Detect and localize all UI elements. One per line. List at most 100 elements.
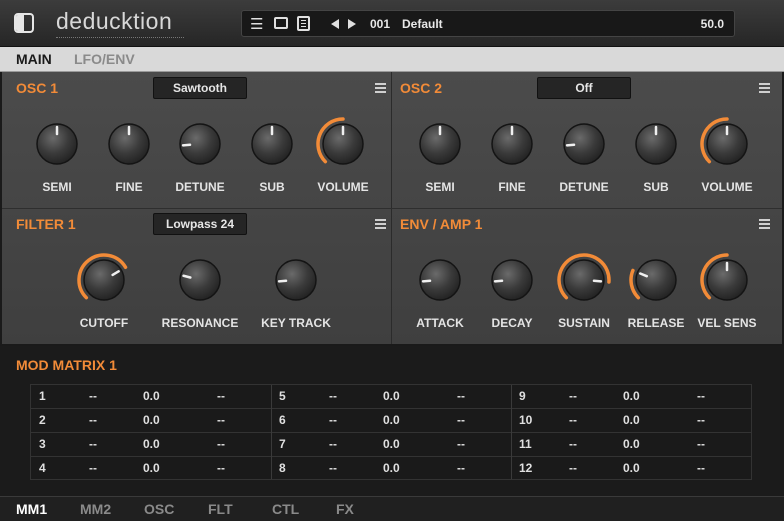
osc1-waveform-dropdown[interactable]: Sawtooth xyxy=(153,77,247,99)
preset-number: 001 xyxy=(370,17,391,31)
mod-amount[interactable]: 0.0 xyxy=(383,461,400,475)
knob-graphic xyxy=(557,253,611,301)
filter1-type-dropdown[interactable]: Lowpass 24 xyxy=(153,213,247,235)
knob-graphic xyxy=(629,259,677,301)
mod-slot-number: 4 xyxy=(39,461,46,475)
preset-name[interactable]: Default xyxy=(402,11,443,37)
osc2-volume-knob[interactable] xyxy=(699,116,755,177)
osc1-title: OSC 1 xyxy=(16,80,59,96)
osc1-semi-knob[interactable] xyxy=(29,116,85,177)
env-velsens-knob[interactable] xyxy=(699,252,755,313)
knob-indicator xyxy=(181,143,192,147)
osc1-sub-knob[interactable] xyxy=(244,116,300,177)
osc1-fine-knob[interactable] xyxy=(101,116,157,177)
filter1-title: FILTER 1 xyxy=(16,216,76,232)
mod-matrix-grid: 1 -- 0.0 -- 2 -- 0.0 -- 3 -- 0.0 -- 4 -- 0.0 -- 5 -- 0.0 --… xyxy=(30,384,752,480)
knob-indicator xyxy=(421,279,432,283)
osc2-title: OSC 2 xyxy=(400,80,443,96)
mod-source[interactable]: -- xyxy=(329,437,337,451)
mod-amount[interactable]: 0.0 xyxy=(383,413,400,427)
mod-amount[interactable]: 0.0 xyxy=(383,437,400,451)
tab-main[interactable]: MAIN xyxy=(16,51,52,67)
knob-indicator xyxy=(565,143,576,147)
mod-source[interactable]: -- xyxy=(569,389,577,403)
tab-osc[interactable]: OSC xyxy=(144,501,174,517)
mod-destination[interactable]: -- xyxy=(217,437,225,451)
env-sustain-knob[interactable] xyxy=(556,252,612,313)
filter1-resonance-knob[interactable] xyxy=(172,252,228,313)
osc2-fine-knob[interactable] xyxy=(484,116,540,177)
osc2-detune-knob[interactable] xyxy=(556,116,612,177)
mod-destination[interactable]: -- xyxy=(217,461,225,475)
prev-preset-icon[interactable] xyxy=(331,19,339,29)
folder-icon[interactable] xyxy=(274,17,288,29)
mod-amount[interactable]: 0.0 xyxy=(623,461,640,475)
osc2-volume-label: VOLUME xyxy=(701,180,753,194)
mod-amount[interactable]: 0.0 xyxy=(143,461,160,475)
mod-destination[interactable]: -- xyxy=(697,413,705,427)
preset-value[interactable]: 50.0 xyxy=(701,11,724,37)
mod-source[interactable]: -- xyxy=(569,437,577,451)
mod-destination[interactable]: -- xyxy=(697,437,705,451)
tab-mm1[interactable]: MM1 xyxy=(16,501,47,517)
mod-amount[interactable]: 0.0 xyxy=(623,389,640,403)
mod-destination[interactable]: -- xyxy=(457,413,465,427)
sidebar-toggle-icon[interactable] xyxy=(14,13,34,33)
filter1-cutoff-label: CUTOFF xyxy=(79,316,129,330)
app-title: deducktion xyxy=(56,8,173,34)
mod-source[interactable]: -- xyxy=(569,461,577,475)
mod-amount[interactable]: 0.0 xyxy=(383,389,400,403)
tab-fx[interactable]: FX xyxy=(336,501,354,517)
tab-mm2[interactable]: MM2 xyxy=(80,501,111,517)
mod-amount[interactable]: 0.0 xyxy=(623,413,640,427)
knob-graphic xyxy=(419,123,461,165)
list-icon[interactable]: ☰ xyxy=(250,11,263,38)
mod-destination[interactable]: -- xyxy=(697,461,705,475)
mod-amount[interactable]: 0.0 xyxy=(143,389,160,403)
mod-source[interactable]: -- xyxy=(329,389,337,403)
mod-destination[interactable]: -- xyxy=(457,437,465,451)
knob-graphic xyxy=(700,253,748,301)
mod-amount[interactable]: 0.0 xyxy=(623,437,640,451)
osc2-waveform-dropdown[interactable]: Off xyxy=(537,77,631,99)
knob-graphic xyxy=(251,123,293,165)
knob-graphic xyxy=(179,259,221,301)
mod-destination[interactable]: -- xyxy=(217,413,225,427)
preset-bar: ☰ 001 Default 50.0 xyxy=(241,10,735,37)
mod-source[interactable]: -- xyxy=(89,461,97,475)
osc1-volume-knob[interactable] xyxy=(315,116,371,177)
mod-source[interactable]: -- xyxy=(89,413,97,427)
osc1-detune-knob[interactable] xyxy=(172,116,228,177)
mod-source[interactable]: -- xyxy=(329,413,337,427)
envamp1-menu-icon[interactable] xyxy=(759,219,770,229)
mod-source[interactable]: -- xyxy=(329,461,337,475)
filter1-menu-icon[interactable] xyxy=(375,219,386,229)
osc1-menu-icon[interactable] xyxy=(375,83,386,93)
osc2-menu-icon[interactable] xyxy=(759,83,770,93)
mod-source[interactable]: -- xyxy=(89,389,97,403)
knob-indicator xyxy=(592,279,603,283)
tab-flt[interactable]: FLT xyxy=(208,501,233,517)
tab-lfo-env[interactable]: LFO/ENV xyxy=(74,51,135,67)
mod-destination[interactable]: -- xyxy=(457,461,465,475)
env-decay-knob[interactable] xyxy=(484,252,540,313)
filter1-cutoff-knob[interactable] xyxy=(76,252,132,313)
mod-destination[interactable]: -- xyxy=(217,389,225,403)
osc2-semi-knob[interactable] xyxy=(412,116,468,177)
mod-amount[interactable]: 0.0 xyxy=(143,437,160,451)
mod-amount[interactable]: 0.0 xyxy=(143,413,160,427)
filter1-keytrack-knob[interactable] xyxy=(268,252,324,313)
tab-ctl[interactable]: CTL xyxy=(272,501,299,517)
env-release-knob[interactable] xyxy=(628,252,684,313)
save-icon[interactable] xyxy=(297,16,310,31)
mod-destination[interactable]: -- xyxy=(457,389,465,403)
knob-indicator xyxy=(182,274,192,279)
osc2-sub-knob[interactable] xyxy=(628,116,684,177)
knob-body xyxy=(179,259,221,301)
env-attack-knob[interactable] xyxy=(412,252,468,313)
mod-destination[interactable]: -- xyxy=(697,389,705,403)
mod-source[interactable]: -- xyxy=(89,437,97,451)
panel-horizontal-divider xyxy=(2,208,782,209)
mod-source[interactable]: -- xyxy=(569,413,577,427)
next-preset-icon[interactable] xyxy=(348,19,356,29)
